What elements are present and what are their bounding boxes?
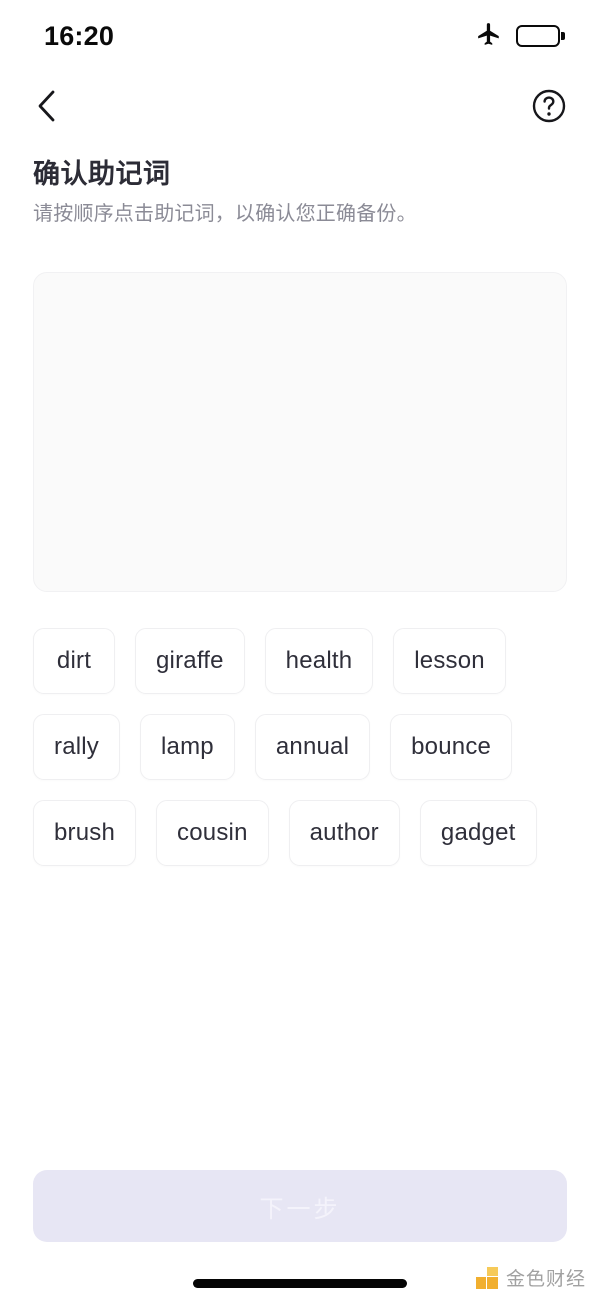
status-bar-indicators: [476, 21, 560, 52]
airplane-mode-icon: [476, 21, 502, 52]
question-mark-circle-icon: [531, 88, 567, 127]
chevron-left-icon: [33, 88, 59, 127]
status-bar: 16:20: [0, 0, 600, 72]
back-button[interactable]: [33, 85, 77, 129]
navigation-bar: [0, 76, 600, 138]
word-chip[interactable]: author: [288, 800, 400, 866]
word-chip[interactable]: lesson: [393, 628, 506, 694]
status-bar-time: 16:20: [44, 20, 115, 51]
word-chip[interactable]: rally: [33, 714, 121, 780]
app-screen: 16:20 确认助记词 请按顺序点击助记词，以确认您正确备份。 dirt gir…: [0, 0, 600, 1299]
help-button[interactable]: [531, 89, 567, 125]
page-title: 确认助记词: [33, 159, 171, 189]
word-chip[interactable]: cousin: [156, 800, 269, 866]
word-chip[interactable]: lamp: [140, 714, 235, 780]
watermark: 金色财经: [475, 1264, 586, 1291]
jinse-logo-icon: [475, 1266, 498, 1289]
word-chip[interactable]: dirt: [33, 628, 115, 694]
battery-low-power-icon: [516, 25, 560, 47]
word-chip[interactable]: health: [264, 628, 374, 694]
word-chip[interactable]: bounce: [390, 714, 513, 780]
selected-words-panel[interactable]: [33, 272, 567, 592]
home-indicator[interactable]: [193, 1279, 407, 1288]
word-chip[interactable]: gadget: [419, 800, 537, 866]
word-chip[interactable]: brush: [33, 800, 137, 866]
word-chip[interactable]: giraffe: [135, 628, 245, 694]
word-chip[interactable]: annual: [254, 714, 371, 780]
page-subtitle: 请按顺序点击助记词，以确认您正确备份。: [33, 203, 417, 225]
next-button[interactable]: 下一步: [33, 1170, 567, 1242]
page-header: 确认助记词 请按顺序点击助记词，以确认您正确备份。: [33, 157, 567, 228]
watermark-label: 金色财经: [505, 1269, 586, 1290]
word-bank: dirt giraffe health lesson rally lamp annual bo…: [33, 628, 567, 866]
